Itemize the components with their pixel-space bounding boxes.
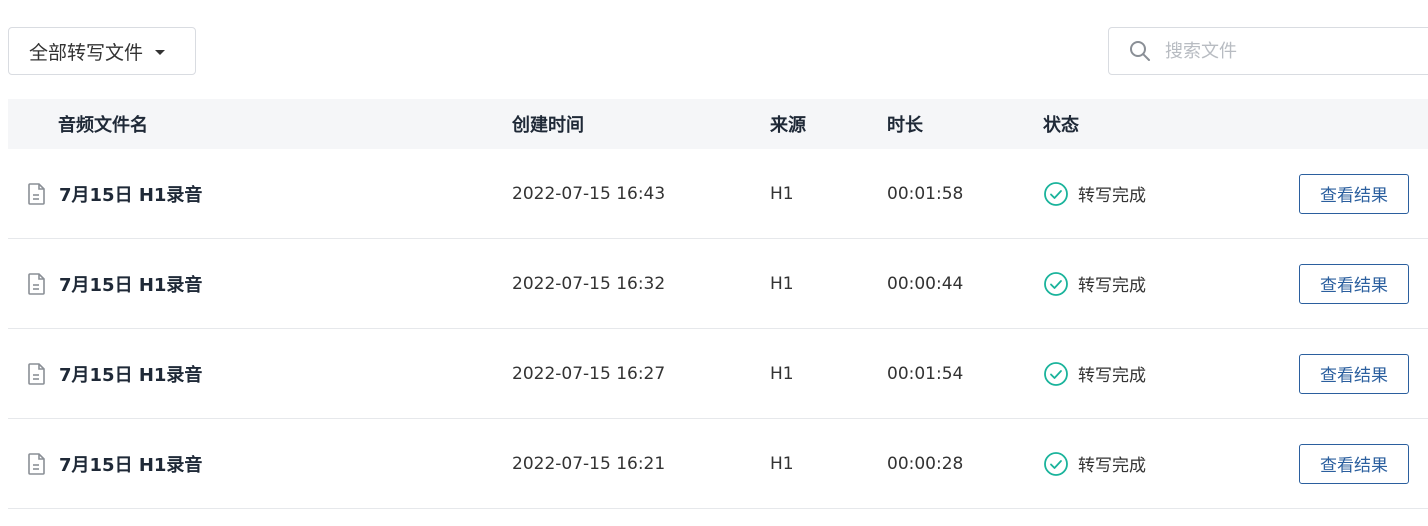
duration: 00:01:54 — [887, 363, 964, 384]
check-circle-icon — [1043, 451, 1069, 477]
status-cell: 转写完成 — [1043, 419, 1146, 508]
file-icon — [26, 182, 48, 206]
check-circle-icon — [1043, 271, 1069, 297]
file-name: 7月15日 H1录音 — [59, 274, 203, 296]
status-cell: 转写完成 — [1043, 329, 1146, 418]
check-circle-icon — [1043, 361, 1069, 387]
view-result-button[interactable]: 查看结果 — [1299, 353, 1409, 394]
action-cell: 查看结果 — [1299, 329, 1409, 418]
file-name-cell: 7月15日 H1录音 — [26, 419, 202, 508]
status-text: 转写完成 — [1078, 186, 1146, 206]
caret-down-icon — [155, 49, 166, 55]
filter-label: 全部转写文件 — [29, 41, 144, 64]
created-time: 2022-07-15 16:32 — [512, 273, 666, 294]
header-created: 创建时间 — [512, 115, 584, 136]
check-circle-icon — [1043, 181, 1069, 207]
header-source: 来源 — [770, 115, 806, 136]
table-row[interactable]: 7月15日 H1录音 2022-07-15 16:43 H1 00:01:58 … — [8, 149, 1428, 239]
view-result-button[interactable]: 查看结果 — [1299, 263, 1409, 304]
file-name-cell: 7月15日 H1录音 — [26, 329, 202, 418]
source: H1 — [770, 273, 794, 294]
created-time: 2022-07-15 16:21 — [512, 453, 666, 474]
duration: 00:00:44 — [887, 273, 964, 294]
created-time: 2022-07-15 16:43 — [512, 183, 666, 204]
search-icon — [1129, 39, 1153, 63]
source: H1 — [770, 183, 794, 204]
duration: 00:00:28 — [887, 453, 964, 474]
file-icon — [26, 452, 48, 476]
header-duration: 时长 — [887, 115, 923, 136]
action-cell: 查看结果 — [1299, 419, 1409, 508]
table-row[interactable]: 7月15日 H1录音 2022-07-15 16:21 H1 00:00:28 … — [8, 419, 1428, 509]
action-cell: 查看结果 — [1299, 149, 1409, 238]
status-cell: 转写完成 — [1043, 239, 1146, 328]
search-box[interactable] — [1108, 27, 1428, 75]
file-name-cell: 7月15日 H1录音 — [26, 149, 202, 238]
duration: 00:01:58 — [887, 183, 964, 204]
action-cell: 查看结果 — [1299, 239, 1409, 328]
search-input[interactable] — [1163, 39, 1417, 63]
view-result-button[interactable]: 查看结果 — [1299, 173, 1409, 214]
table-row[interactable]: 7月15日 H1录音 2022-07-15 16:32 H1 00:00:44 … — [8, 239, 1428, 329]
file-name: 7月15日 H1录音 — [59, 364, 203, 386]
source: H1 — [770, 363, 794, 384]
status-cell: 转写完成 — [1043, 149, 1146, 238]
file-name-cell: 7月15日 H1录音 — [26, 239, 202, 328]
file-icon — [26, 362, 48, 386]
file-icon — [26, 272, 48, 296]
file-name: 7月15日 H1录音 — [59, 454, 203, 476]
created-time: 2022-07-15 16:27 — [512, 363, 666, 384]
source: H1 — [770, 453, 794, 474]
status-text: 转写完成 — [1078, 456, 1146, 476]
file-name: 7月15日 H1录音 — [59, 184, 203, 206]
status-text: 转写完成 — [1078, 276, 1146, 296]
table-header: 音频文件名 创建时间 来源 时长 状态 — [8, 99, 1428, 149]
header-name: 音频文件名 — [58, 115, 148, 136]
view-result-button[interactable]: 查看结果 — [1299, 443, 1409, 484]
status-text: 转写完成 — [1078, 366, 1146, 386]
table-row[interactable]: 7月15日 H1录音 2022-07-15 16:27 H1 00:01:54 … — [8, 329, 1428, 419]
header-status: 状态 — [1043, 115, 1079, 136]
filter-dropdown[interactable]: 全部转写文件 — [8, 27, 196, 75]
